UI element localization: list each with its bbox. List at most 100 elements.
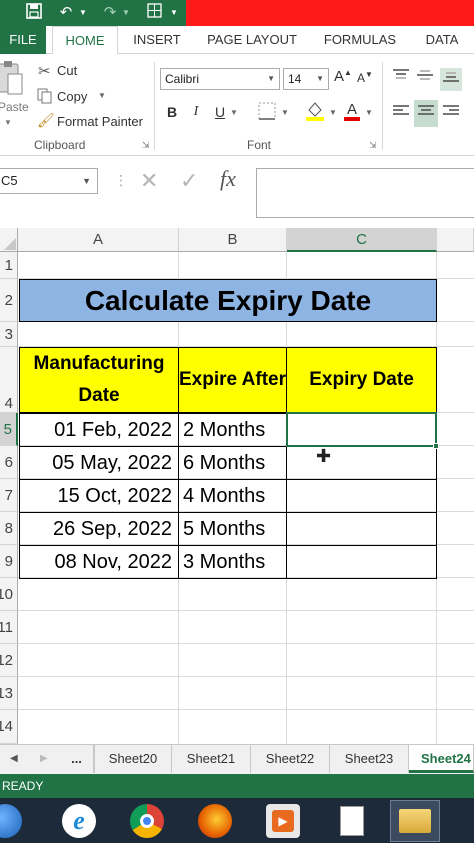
sheet-tab[interactable]: Sheet23 (330, 745, 409, 773)
cancel-icon[interactable]: ✕ (140, 168, 158, 194)
paste-icon[interactable] (0, 60, 24, 98)
enter-icon[interactable]: ✓ (180, 168, 198, 194)
title-cell[interactable]: Calculate Expiry Date (19, 279, 437, 322)
cell-expire-after[interactable]: 5 Months (178, 512, 287, 546)
row-header[interactable]: 13 (0, 677, 18, 710)
sheet-tab-active[interactable]: Sheet24 (409, 745, 474, 773)
align-right-icon[interactable] (442, 104, 460, 123)
customize-qat-icon[interactable]: ▼ (168, 3, 180, 23)
scroll-left-icon[interactable]: ◀ (10, 753, 18, 764)
copy-dropdown-icon[interactable]: ▼ (98, 91, 106, 100)
file-explorer-icon[interactable] (390, 800, 440, 842)
firefox-icon[interactable] (198, 804, 232, 838)
cell-mfg-date[interactable]: 26 Sep, 2022 (19, 512, 179, 546)
row-header[interactable]: 7 (0, 479, 18, 512)
start-button-icon[interactable] (0, 804, 22, 838)
sheet-tab[interactable]: Sheet20 (94, 745, 172, 773)
scroll-right-icon[interactable]: ▶ (40, 753, 48, 764)
cell-mfg-date[interactable]: 05 May, 2022 (19, 446, 179, 480)
align-center-icon[interactable] (414, 100, 438, 127)
cell-expire-after[interactable]: 3 Months (178, 545, 287, 579)
underline-dropdown-icon[interactable]: ▼ (229, 108, 239, 117)
tab-home[interactable]: HOME (52, 26, 118, 55)
header-expire-after[interactable]: Expire After (178, 347, 287, 413)
sheet-tab[interactable]: Sheet22 (251, 745, 330, 773)
column-header-b[interactable]: B (179, 228, 287, 252)
cell-expire-after[interactable]: 6 Months (178, 446, 287, 480)
align-left-icon[interactable] (392, 104, 410, 123)
italic-button[interactable]: I (188, 104, 204, 120)
cell-expire-after[interactable]: 2 Months (178, 413, 287, 447)
format-painter-button[interactable]: Format Painter (57, 114, 143, 129)
save-icon[interactable] (24, 3, 44, 23)
tab-file[interactable]: FILE (0, 26, 46, 54)
select-all-corner[interactable] (0, 228, 18, 252)
bold-button[interactable]: B (164, 104, 180, 120)
column-header-d[interactable] (437, 228, 474, 252)
cell-expire-after[interactable]: 4 Months (178, 479, 287, 513)
formula-input[interactable] (256, 168, 474, 218)
font-name-combo[interactable]: Calibri ▼ (160, 68, 280, 90)
sheet-tab[interactable]: Sheet21 (172, 745, 251, 773)
align-bottom-icon[interactable] (440, 68, 462, 91)
more-sheets-button[interactable]: ... (60, 745, 94, 773)
borders-icon[interactable] (144, 3, 164, 23)
shrink-font-button[interactable]: A▼ (356, 70, 374, 85)
active-cell-selection[interactable] (286, 412, 437, 447)
tab-formulas[interactable]: FORMULAS (318, 26, 402, 54)
fill-color-dropdown-icon[interactable]: ▼ (328, 108, 338, 117)
row-header[interactable]: 14 (0, 710, 18, 744)
cell-expiry-date[interactable] (286, 545, 437, 579)
align-middle-icon[interactable] (416, 68, 434, 87)
insert-function-button[interactable]: fx (220, 166, 236, 192)
fill-color-button[interactable] (304, 100, 326, 125)
tab-page-layout[interactable]: PAGE LAYOUT (200, 26, 304, 54)
paste-button[interactable]: Paste (0, 100, 29, 114)
row-header[interactable]: 9 (0, 545, 18, 578)
cell-mfg-date[interactable]: 15 Oct, 2022 (19, 479, 179, 513)
row-header[interactable]: 12 (0, 644, 18, 677)
row-header[interactable]: 1 (0, 252, 18, 279)
font-color-dropdown-icon[interactable]: ▼ (364, 108, 374, 117)
borders-button[interactable] (256, 102, 278, 123)
row-header[interactable]: 6 (0, 446, 18, 479)
cut-button[interactable]: Cut (57, 63, 77, 78)
font-launcher-icon[interactable]: ⇲ (369, 140, 377, 151)
underline-button[interactable]: U (212, 104, 228, 120)
cell-expiry-date[interactable] (286, 446, 437, 480)
cell-expiry-date[interactable] (286, 512, 437, 546)
tab-data[interactable]: DATA (416, 26, 468, 54)
undo-icon[interactable]: ↶ (56, 3, 76, 23)
undo-dropdown-icon[interactable]: ▼ (78, 3, 88, 23)
column-header-a[interactable]: A (18, 228, 179, 252)
row-header[interactable]: 5 (0, 413, 18, 446)
row-header[interactable]: 4 (0, 347, 18, 413)
chrome-icon[interactable] (130, 804, 164, 838)
font-color-button[interactable]: A (342, 100, 362, 125)
cell-mfg-date[interactable]: 08 Nov, 2022 (19, 545, 179, 579)
paste-dropdown-icon[interactable]: ▼ (4, 118, 12, 127)
header-expiry-date[interactable]: Expiry Date (286, 347, 437, 413)
font-size-combo[interactable]: 14 ▼ (283, 68, 329, 90)
header-manufacturing-date[interactable]: Manufacturing Date (19, 347, 179, 413)
row-header[interactable]: 2 (0, 279, 18, 322)
cell-expiry-date[interactable] (286, 479, 437, 513)
borders-dropdown-icon[interactable]: ▼ (280, 108, 290, 117)
copy-button[interactable]: Copy (57, 89, 87, 104)
tab-insert[interactable]: INSERT (126, 26, 188, 54)
redo-dropdown-icon[interactable]: ▼ (121, 3, 131, 23)
fill-handle[interactable] (433, 443, 439, 449)
cell-mfg-date[interactable]: 01 Feb, 2022 (19, 413, 179, 447)
name-box[interactable]: C5 ▼ (0, 168, 98, 194)
document-icon[interactable] (340, 806, 364, 836)
column-header-c[interactable]: C (287, 228, 437, 252)
align-top-icon[interactable] (392, 68, 410, 87)
grow-font-button[interactable]: A▲ (334, 68, 352, 85)
media-player-icon[interactable]: ▶ (266, 804, 300, 838)
clipboard-launcher-icon[interactable]: ⇲ (142, 140, 150, 151)
row-header[interactable]: 11 (0, 611, 18, 644)
row-header[interactable]: 10 (0, 578, 18, 611)
row-header[interactable]: 8 (0, 512, 18, 545)
redo-icon[interactable]: ↷ (100, 3, 120, 23)
internet-explorer-icon[interactable]: e (62, 804, 96, 838)
